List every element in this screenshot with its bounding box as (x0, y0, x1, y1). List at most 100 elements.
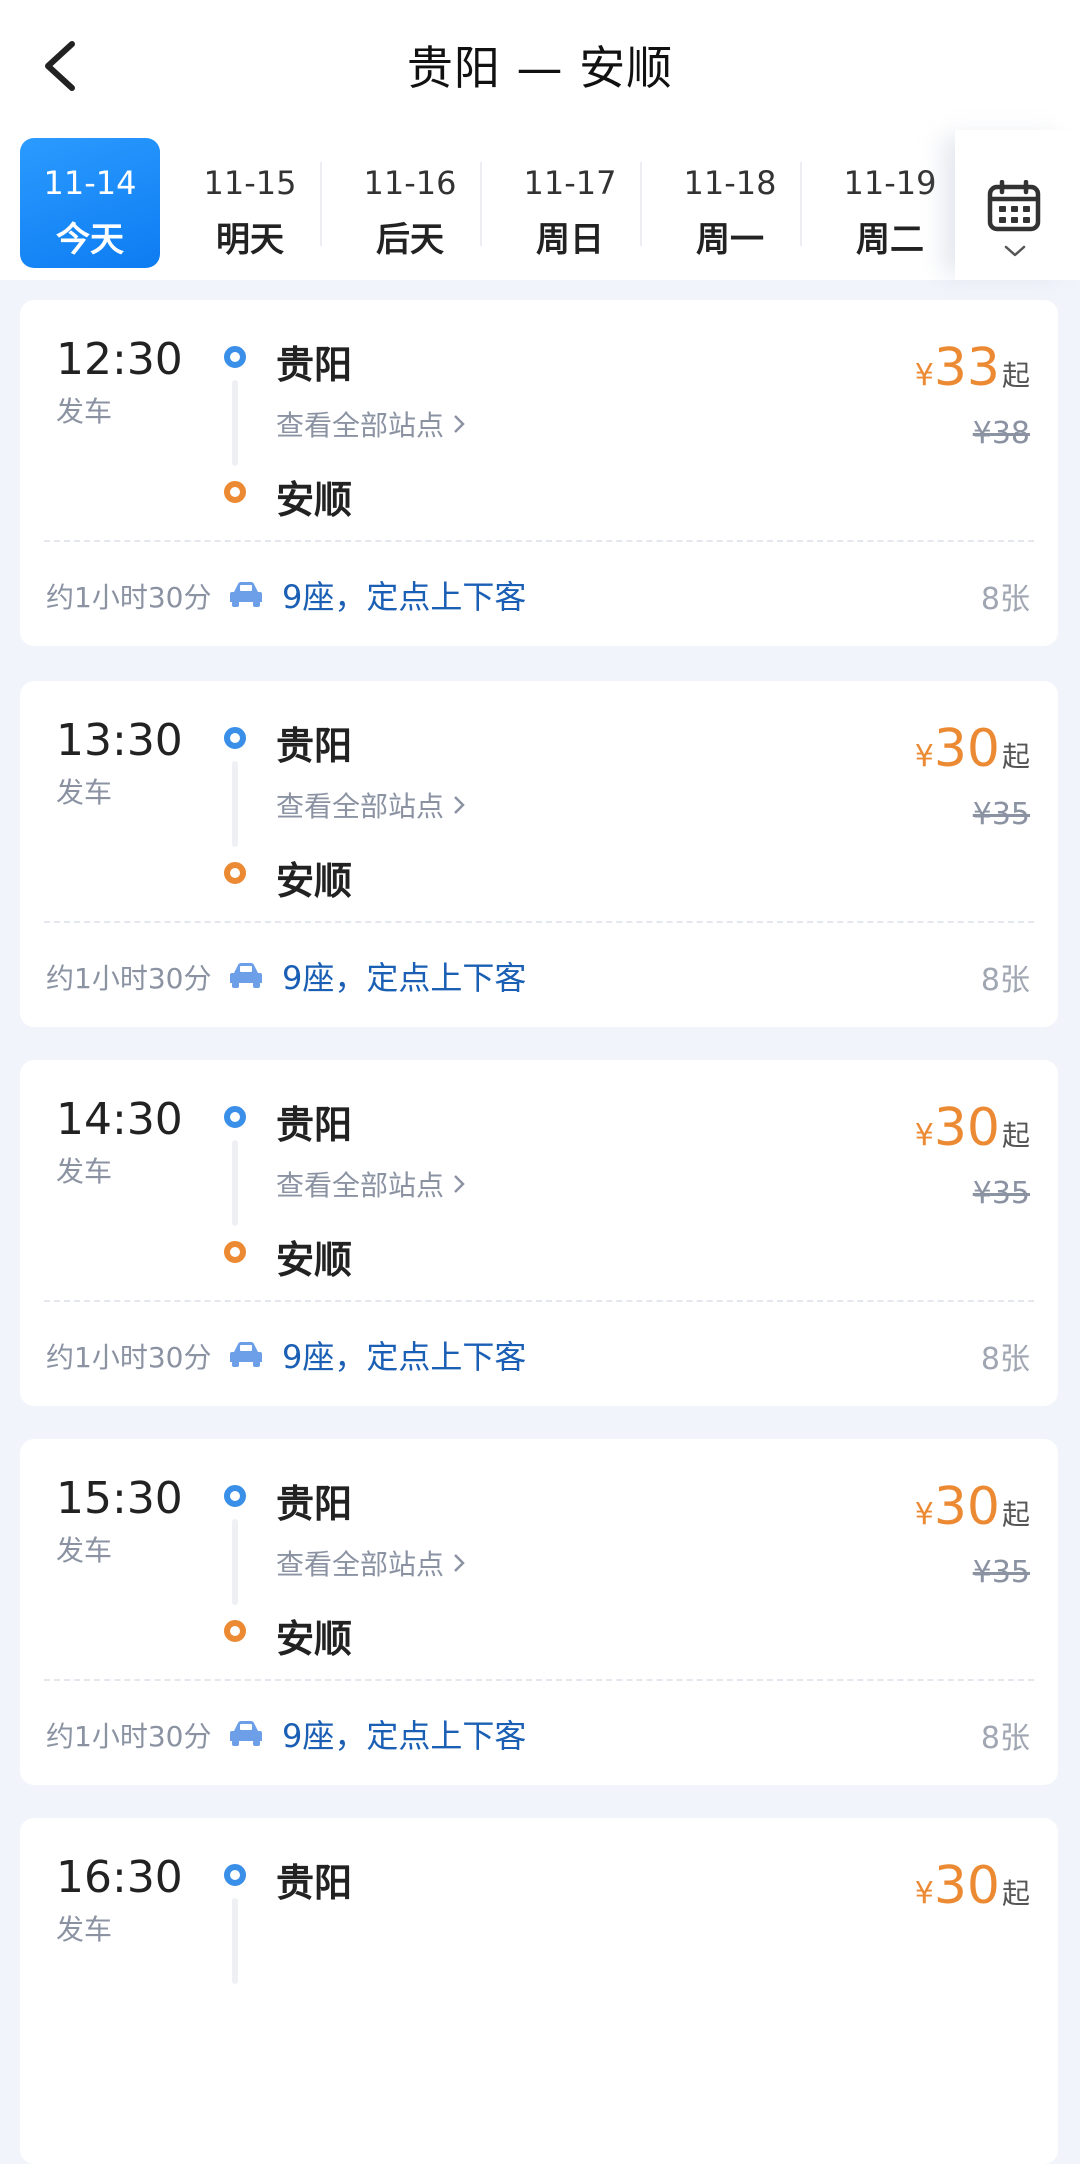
origin-station: 贵阳 (276, 724, 353, 768)
date-divider (640, 162, 642, 246)
price-suffix: 起 (1001, 740, 1030, 773)
calendar-button[interactable] (955, 130, 1080, 280)
view-all-stops-link[interactable]: 查看全部站点 (276, 404, 466, 444)
chevron-right-icon (454, 415, 465, 433)
price-value: 30 (933, 719, 1000, 779)
date-tab-label: 明天 (216, 220, 284, 260)
date-divider (480, 162, 482, 246)
trip-duration: 约1小时30分 (46, 1720, 212, 1753)
price-value: 33 (933, 338, 1000, 398)
view-all-stops-link[interactable]: 查看全部站点 (276, 1164, 466, 1204)
date-tab-0[interactable]: 11-14 今天 (20, 138, 160, 268)
start-station-dot (224, 727, 246, 749)
divider (44, 1679, 1034, 1681)
trip-duration: 约1小时30分 (46, 962, 212, 995)
view-all-stops-link[interactable]: 查看全部站点 (276, 1543, 466, 1583)
date-tab-4[interactable]: 11-18 周一 (660, 138, 800, 268)
departure-time: 15:30 (56, 1473, 183, 1524)
view-all-stops-link[interactable]: 查看全部站点 (276, 785, 466, 825)
original-price: ¥38 (972, 416, 1030, 451)
price: ¥ 30 起 (915, 1856, 1030, 1916)
tickets-left: 8张 (980, 963, 1030, 998)
chevron-right-icon (454, 796, 465, 814)
end-station-dot (224, 862, 246, 884)
currency-symbol: ¥ (914, 739, 934, 774)
origin-station: 贵阳 (276, 1482, 353, 1526)
calendar-icon (987, 180, 1041, 232)
trip-card[interactable]: 13:30 发车 贵阳 查看全部站点 安顺 ¥ 30 起 ¥35 约1小时30分… (20, 681, 1058, 1027)
date-tab-1[interactable]: 11-15 明天 (180, 138, 320, 268)
trip-card[interactable]: 16:30 发车 贵阳 ¥ 30 起 (20, 1818, 1058, 2164)
car-icon (230, 1342, 262, 1367)
view-all-stops-label: 查看全部站点 (276, 409, 445, 442)
date-tab-label: 周日 (536, 220, 604, 260)
date-tab-date: 11-14 (43, 164, 137, 202)
price: ¥ 33 起 (915, 338, 1030, 398)
departure-time: 14:30 (56, 1094, 183, 1145)
date-tab-date: 11-15 (203, 164, 297, 202)
price: ¥ 30 起 (915, 719, 1030, 779)
price-value: 30 (933, 1856, 1000, 1916)
departure-time: 16:30 (56, 1852, 183, 1903)
price-suffix: 起 (1001, 359, 1030, 392)
destination-station: 安顺 (276, 1238, 353, 1282)
trip-duration: 约1小时30分 (46, 581, 212, 614)
destination-station: 安顺 (276, 859, 353, 903)
trip-card[interactable]: 15:30 发车 贵阳 查看全部站点 安顺 ¥ 30 起 ¥35 约1小时30分… (20, 1439, 1058, 1785)
departure-label: 发车 (56, 395, 113, 428)
original-price: ¥35 (972, 1176, 1030, 1211)
chevron-right-icon (454, 1554, 465, 1572)
date-tab-date: 11-18 (683, 164, 777, 202)
date-tab-date: 11-16 (363, 164, 457, 202)
origin-station: 贵阳 (276, 343, 353, 387)
start-station-dot (224, 1864, 246, 1886)
departure-time: 13:30 (56, 715, 183, 766)
seat-info: 9座，定点上下客 (282, 1717, 527, 1755)
page-title: 贵阳 — 安顺 (406, 41, 674, 95)
date-tab-2[interactable]: 11-16 后天 (340, 138, 480, 268)
car-icon (230, 582, 262, 607)
original-price: ¥35 (972, 797, 1030, 832)
tickets-left: 8张 (980, 1342, 1030, 1377)
date-divider (320, 162, 322, 246)
divider (44, 921, 1034, 923)
view-all-stops-label: 查看全部站点 (276, 1548, 445, 1581)
route-line (232, 1140, 238, 1226)
chevron-right-icon (454, 1175, 465, 1193)
currency-symbol: ¥ (914, 1118, 934, 1153)
departure-label: 发车 (56, 1913, 113, 1946)
trip-card[interactable]: 12:30 发车 贵阳 查看全部站点 安顺 ¥ 33 起 ¥38 约1小时30分… (20, 300, 1058, 646)
tickets-left: 8张 (980, 582, 1030, 617)
date-tab-3[interactable]: 11-17 周日 (500, 138, 640, 268)
departure-label: 发车 (56, 1155, 113, 1188)
view-all-stops-label: 查看全部站点 (276, 790, 445, 823)
price-suffix: 起 (1001, 1877, 1030, 1910)
chevron-down-icon (1004, 245, 1026, 257)
date-tab-date: 11-19 (843, 164, 937, 202)
tickets-left: 8张 (980, 1721, 1030, 1756)
route-line (232, 761, 238, 847)
car-icon (230, 1721, 262, 1746)
date-tab-date: 11-17 (523, 164, 617, 202)
seat-info: 9座，定点上下客 (282, 959, 527, 997)
trip-duration: 约1小时30分 (46, 1341, 212, 1374)
departure-time: 12:30 (56, 334, 183, 385)
date-divider (800, 162, 802, 246)
currency-symbol: ¥ (914, 1876, 934, 1911)
price: ¥ 30 起 (915, 1477, 1030, 1537)
date-tab-label: 今天 (56, 220, 124, 260)
divider (44, 1300, 1034, 1302)
trip-card[interactable]: 14:30 发车 贵阳 查看全部站点 安顺 ¥ 30 起 ¥35 约1小时30分… (20, 1060, 1058, 1406)
end-station-dot (224, 1620, 246, 1642)
route-line (232, 1519, 238, 1605)
top-nav-bar: 贵阳 — 安顺 (0, 0, 1080, 130)
origin-station: 贵阳 (276, 1103, 353, 1147)
divider (44, 540, 1034, 542)
date-tab-5[interactable]: 11-19 周二 (820, 138, 960, 268)
destination-station: 安顺 (276, 478, 353, 522)
price-suffix: 起 (1001, 1119, 1030, 1152)
price-value: 30 (933, 1477, 1000, 1537)
route-line (232, 380, 238, 466)
origin-station: 贵阳 (276, 1861, 353, 1905)
start-station-dot (224, 1485, 246, 1507)
